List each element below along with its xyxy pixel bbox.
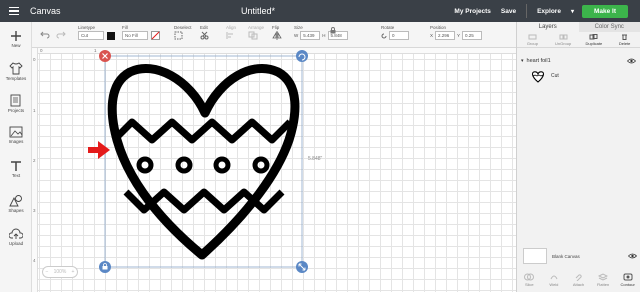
layer-operation: Cut [551,73,559,79]
layer-item[interactable]: ▾ heart foil1 Cut [517,56,640,86]
flatten-icon [597,273,609,281]
zoom-out-button[interactable]: − [46,269,49,275]
layers-panel: Layers Color Sync Group UnGroup Duplicat… [516,22,640,292]
rotate-handle[interactable] [296,50,308,62]
collapse-chevron-icon[interactable]: ▾ [521,58,524,64]
panel-tabs: Layers Color Sync [517,22,640,32]
blank-canvas-swatch[interactable] [523,248,547,264]
canvas-visibility-icon[interactable] [628,253,637,259]
slice-icon [524,273,535,281]
eye-icon[interactable] [627,58,636,64]
contour-button[interactable]: Contour [615,270,640,292]
delete-button[interactable]: Delete [609,32,640,47]
group-button[interactable]: Group [517,32,548,47]
layer-child[interactable]: Cut [517,66,640,86]
bottom-tools: Slice Weld Attach Flatten Contour [517,270,640,292]
ungroup-button[interactable]: UnGroup [548,32,579,47]
heart-thumbnail-icon [531,70,545,83]
contour-icon [623,273,633,281]
attach-button[interactable]: Attach [566,270,591,292]
zoom-control[interactable]: − 100% + [42,266,78,278]
tab-layers[interactable]: Layers [517,22,579,32]
delete-handle[interactable] [99,50,111,62]
tab-color-sync[interactable]: Color Sync [578,22,640,32]
layer-name: heart foil1 [526,58,551,64]
zoom-level: 100% [53,269,67,275]
zoom-in-button[interactable]: + [71,269,74,275]
slice-button[interactable]: Slice [517,270,542,292]
selection-box[interactable] [104,55,303,268]
weld-icon [550,275,558,280]
group-icon [528,34,537,40]
duplicate-button[interactable]: Duplicate [579,32,610,47]
trash-icon [622,34,628,40]
blank-canvas-row[interactable]: Blank Canvas [523,248,637,264]
lock-handle[interactable] [99,261,111,273]
app: Canvas Untitled* My Projects Save Explor… [0,0,640,292]
ungroup-icon [559,34,568,40]
layer-tools: Group UnGroup Duplicate Delete [517,32,640,48]
duplicate-icon [589,34,598,40]
flatten-button[interactable]: Flatten [591,270,616,292]
resize-handle[interactable] [296,261,308,273]
red-arrow-annotation [88,141,110,159]
blank-canvas-label: Blank Canvas [552,253,580,259]
height-dimension-label: 5.848" [308,156,323,162]
weld-button[interactable]: Weld [542,270,567,292]
heart-design[interactable] [107,64,300,260]
attach-icon [576,274,583,282]
